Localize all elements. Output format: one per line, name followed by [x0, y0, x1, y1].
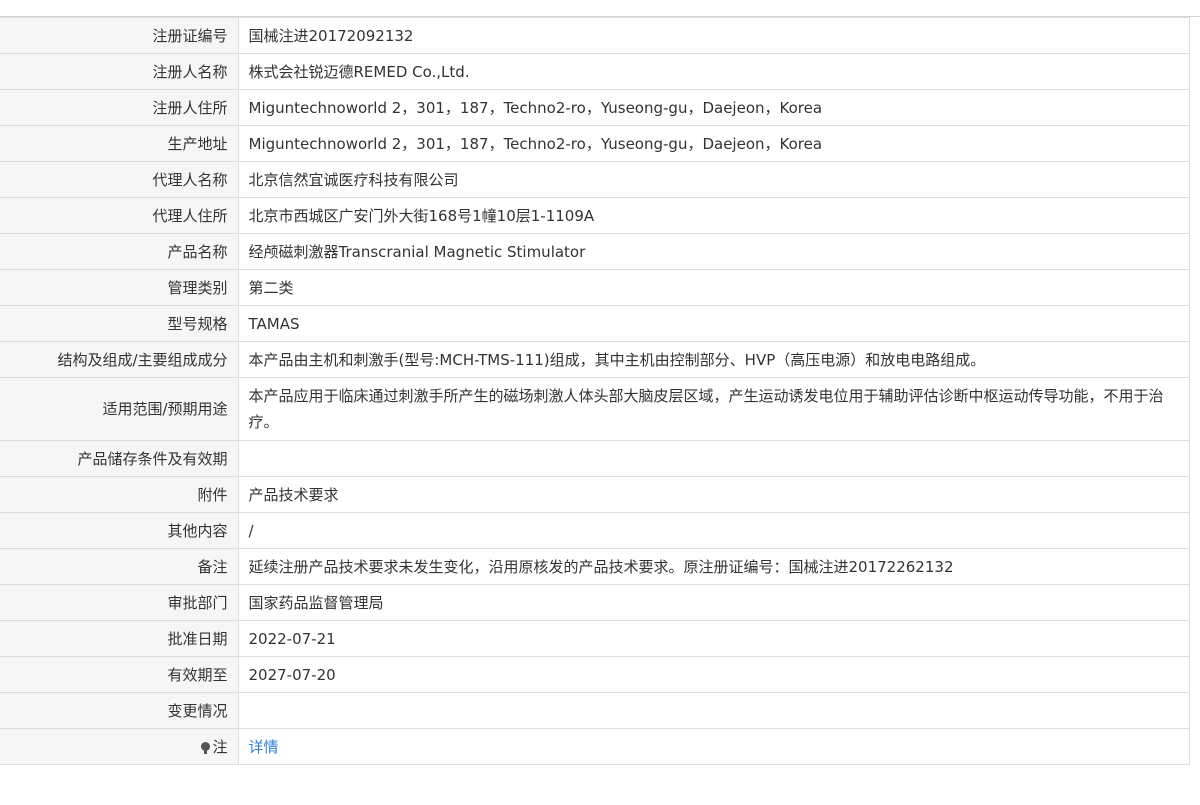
table-row: 结构及组成/主要组成成分 本产品由主机和刺激手(型号:MCH-TMS-111)组… — [0, 341, 1190, 378]
row-label: 备注 — [0, 548, 239, 585]
row-label: 产品储存条件及有效期 — [0, 440, 239, 477]
row-label: 代理人名称 — [0, 161, 239, 198]
row-value: 本产品应用于临床通过刺激手所产生的磁场刺激人体头部大脑皮层区域，产生运动诱发电位… — [237, 377, 1190, 441]
table-row: 适用范围/预期用途 本产品应用于临床通过刺激手所产生的磁场刺激人体头部大脑皮层区… — [0, 377, 1190, 441]
table-row: 有效期至 2027-07-20 — [0, 656, 1190, 693]
row-value: / — [237, 512, 1190, 549]
row-value: 国械注进20172092132 — [237, 17, 1190, 54]
row-value: 第二类 — [237, 269, 1190, 306]
row-value — [237, 692, 1190, 729]
details-link[interactable]: 详情 — [249, 738, 279, 756]
row-label: 型号规格 — [0, 305, 239, 342]
table-row: 其他内容 / — [0, 512, 1190, 549]
table-row: 审批部门 国家药品监督管理局 — [0, 584, 1190, 621]
row-value: 北京信然宜诚医疗科技有限公司 — [237, 161, 1190, 198]
row-value: 延续注册产品技术要求未发生变化，沿用原核发的产品技术要求。原注册证编号：国械注进… — [237, 548, 1190, 585]
row-value: 本产品由主机和刺激手(型号:MCH-TMS-111)组成，其中主机由控制部分、H… — [237, 341, 1190, 378]
note-label: 注 — [0, 728, 239, 765]
table-row: 管理类别 第二类 — [0, 269, 1190, 306]
table-row: 附件 产品技术要求 — [0, 476, 1190, 513]
table-row: 注册证编号 国械注进20172092132 — [0, 17, 1190, 54]
table-row: 注册人住所 Miguntechnoworld 2，301，187，Techno2… — [0, 89, 1190, 126]
table-row: 注册人名称 株式会社锐迈德REMED Co.,Ltd. — [0, 53, 1190, 90]
row-label: 变更情况 — [0, 692, 239, 729]
row-label: 产品名称 — [0, 233, 239, 270]
row-value: 株式会社锐迈德REMED Co.,Ltd. — [237, 53, 1190, 90]
registration-detail-table: 注册证编号 国械注进20172092132 注册人名称 株式会社锐迈德REMED… — [0, 17, 1190, 765]
right-margin — [1190, 17, 1200, 805]
table-row: 代理人名称 北京信然宜诚医疗科技有限公司 — [0, 161, 1190, 198]
table-row: 代理人住所 北京市西城区广安门外大街168号1幢10层1-1109A — [0, 197, 1190, 234]
table-row: 型号规格 TAMAS — [0, 305, 1190, 342]
row-label: 注册人名称 — [0, 53, 239, 90]
table-row: 备注 延续注册产品技术要求未发生变化，沿用原核发的产品技术要求。原注册证编号：国… — [0, 548, 1190, 585]
note-label-text: 注 — [212, 737, 228, 756]
table-row: 产品名称 经颅磁刺激器Transcranial Magnetic Stimula… — [0, 233, 1190, 270]
row-label: 适用范围/预期用途 — [0, 377, 239, 441]
row-label: 代理人住所 — [0, 197, 239, 234]
table-row: 批准日期 2022-07-21 — [0, 620, 1190, 657]
row-label: 附件 — [0, 476, 239, 513]
row-value: Miguntechnoworld 2，301，187，Techno2-ro，Yu… — [237, 89, 1190, 126]
row-label: 审批部门 — [0, 584, 239, 621]
row-value: 2027-07-20 — [237, 656, 1190, 693]
row-label: 注册人住所 — [0, 89, 239, 126]
table-row-note: 注 详情 — [0, 728, 1190, 765]
row-label: 其他内容 — [0, 512, 239, 549]
row-value: 经颅磁刺激器Transcranial Magnetic Stimulator — [237, 233, 1190, 270]
row-value: 产品技术要求 — [237, 476, 1190, 513]
row-value: 北京市西城区广安门外大街168号1幢10层1-1109A — [237, 197, 1190, 234]
table-row: 生产地址 Miguntechnoworld 2，301，187，Techno2-… — [0, 125, 1190, 162]
row-value: 2022-07-21 — [237, 620, 1190, 657]
row-value — [237, 440, 1190, 477]
note-value: 详情 — [237, 728, 1190, 765]
row-value: TAMAS — [237, 305, 1190, 342]
row-label: 注册证编号 — [0, 17, 239, 54]
row-value: 国家药品监督管理局 — [237, 584, 1190, 621]
table-row: 产品储存条件及有效期 — [0, 440, 1190, 477]
table-row: 变更情况 — [0, 692, 1190, 729]
row-label: 生产地址 — [0, 125, 239, 162]
row-label: 有效期至 — [0, 656, 239, 693]
lightbulb-icon — [201, 741, 211, 754]
row-label: 结构及组成/主要组成成分 — [0, 341, 239, 378]
row-label: 管理类别 — [0, 269, 239, 306]
row-value: Miguntechnoworld 2，301，187，Techno2-ro，Yu… — [237, 125, 1190, 162]
page: 注册证编号 国械注进20172092132 注册人名称 株式会社锐迈德REMED… — [0, 0, 1200, 805]
top-strip — [0, 0, 1200, 17]
row-label: 批准日期 — [0, 620, 239, 657]
